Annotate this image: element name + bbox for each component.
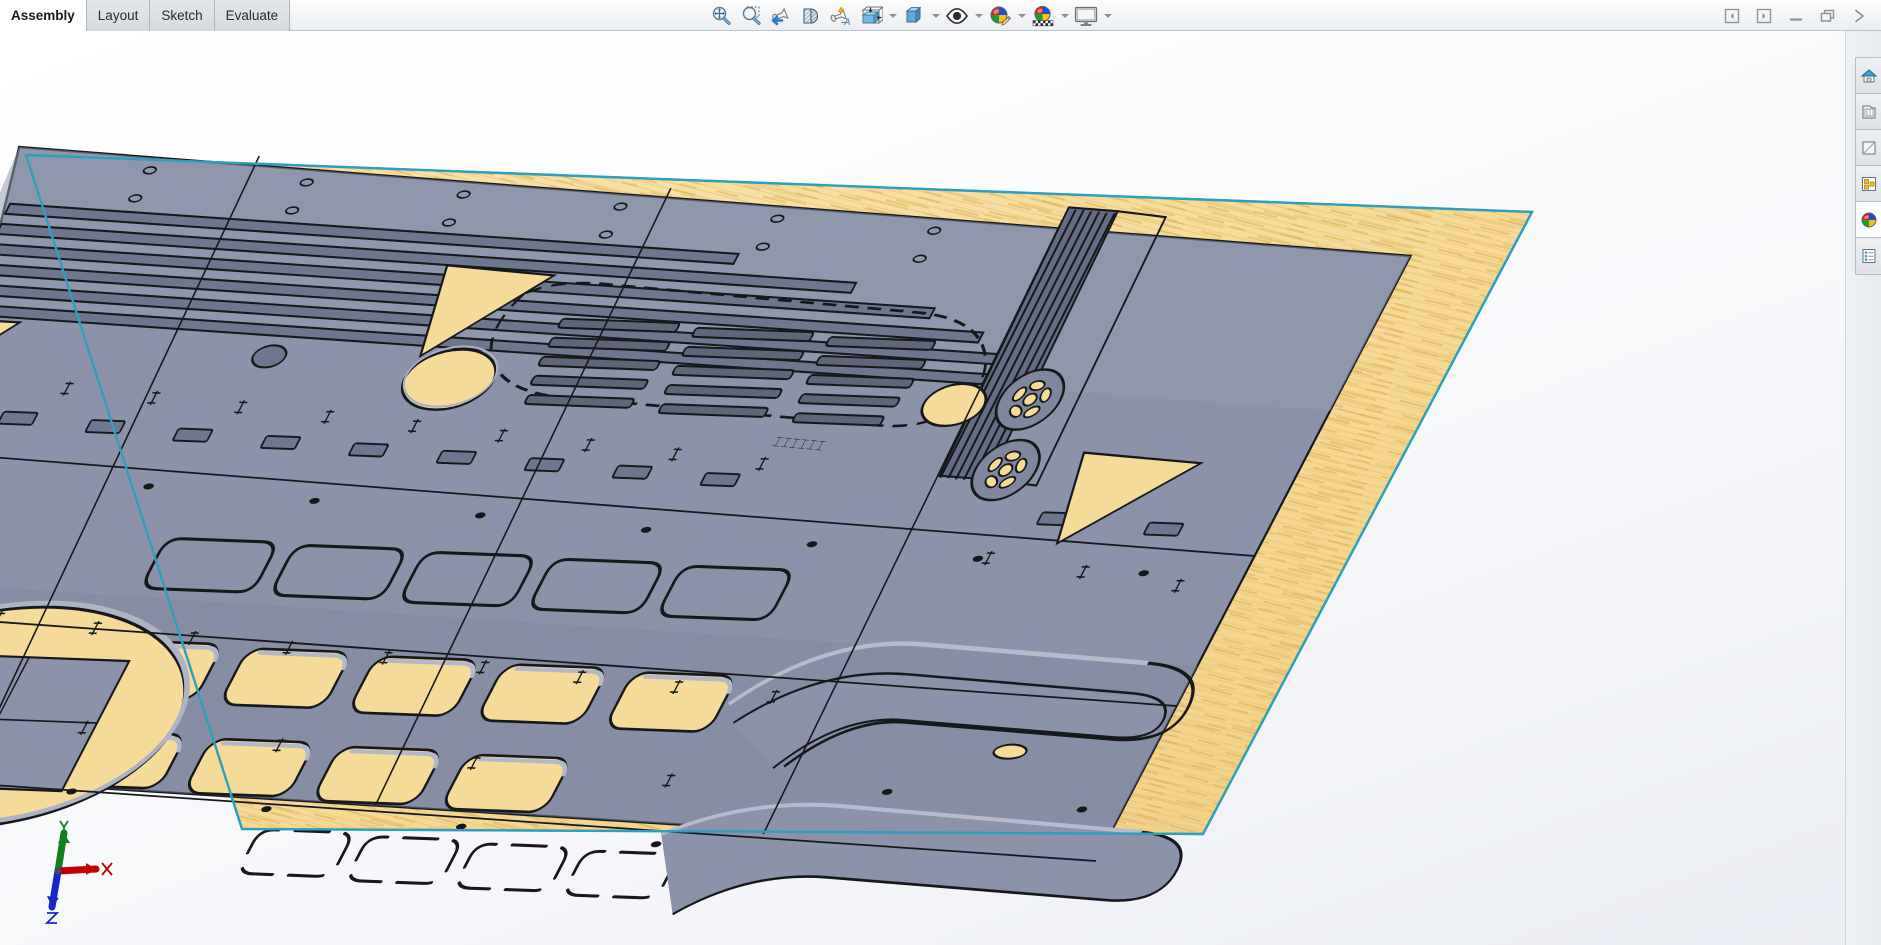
tab-layout[interactable]: Layout bbox=[86, 0, 151, 31]
eye-caret-icon[interactable] bbox=[972, 1, 985, 30]
view-palette-icon[interactable] bbox=[1856, 166, 1881, 202]
display-style-caret-icon[interactable] bbox=[886, 1, 899, 30]
edit-appearance-icon[interactable] bbox=[985, 1, 1015, 30]
custom-properties-icon[interactable] bbox=[1856, 238, 1881, 274]
graphics-viewport[interactable]: ⌶⌶⌶⌶⌶⌶ bbox=[0, 31, 1845, 945]
task-pane-tab-strip bbox=[1855, 57, 1881, 275]
tab-evaluate[interactable]: Evaluate bbox=[214, 0, 291, 31]
cad-model-scene[interactable]: ⌶⌶⌶⌶⌶⌶ bbox=[0, 31, 1845, 945]
coordinate-triad bbox=[44, 820, 113, 924]
previous-view-icon[interactable] bbox=[766, 1, 796, 30]
pin-right-panel-icon[interactable] bbox=[1749, 4, 1779, 28]
triad-axis-x bbox=[54, 862, 113, 876]
tab-sketch[interactable]: Sketch bbox=[150, 0, 215, 31]
design-library-icon[interactable] bbox=[1856, 94, 1881, 130]
display-style-icon[interactable] bbox=[856, 1, 886, 30]
eye-icon[interactable] bbox=[942, 1, 972, 30]
file-explorer-icon[interactable] bbox=[1856, 130, 1881, 166]
solidworks-application-window: Assembly Layout Sketch Evaluate A ⌶⌶⌶⌶⌶⌶ bbox=[0, 0, 1881, 945]
triad-origin bbox=[54, 867, 62, 875]
restore-icon[interactable] bbox=[1813, 4, 1843, 28]
triad-axis-z bbox=[44, 867, 62, 924]
view-orientation-icon[interactable]: A bbox=[826, 1, 856, 30]
command-manager-tabs: Assembly Layout Sketch Evaluate bbox=[0, 0, 291, 31]
solidworks-resources-icon[interactable] bbox=[1856, 58, 1881, 94]
apply-scene-caret-icon[interactable] bbox=[1058, 1, 1071, 30]
close-icon[interactable] bbox=[1845, 4, 1875, 28]
hide-show-items-caret-icon[interactable] bbox=[929, 1, 942, 30]
apply-scene-icon[interactable] bbox=[1028, 1, 1058, 30]
slot-row-lower bbox=[240, 828, 676, 900]
task-pane bbox=[1845, 31, 1881, 945]
hide-show-items-icon[interactable] bbox=[899, 1, 929, 30]
section-view-icon[interactable] bbox=[796, 1, 826, 30]
appearances-scenes-icon[interactable] bbox=[1856, 202, 1881, 238]
view-settings-caret-icon[interactable] bbox=[1101, 1, 1114, 30]
edit-appearance-caret-icon[interactable] bbox=[1015, 1, 1028, 30]
view-settings-icon[interactable] bbox=[1071, 1, 1101, 30]
command-manager-bar: Assembly Layout Sketch Evaluate A bbox=[0, 0, 1881, 31]
triad-axis-y bbox=[54, 820, 70, 875]
zoom-to-fit-icon[interactable] bbox=[706, 1, 736, 30]
window-controls bbox=[1717, 0, 1875, 31]
zoom-to-area-icon[interactable] bbox=[736, 1, 766, 30]
tab-assembly[interactable]: Assembly bbox=[0, 0, 87, 31]
minimize-icon[interactable] bbox=[1781, 4, 1811, 28]
heads-up-view-toolbar: A bbox=[706, 0, 1114, 31]
pin-left-panel-icon[interactable] bbox=[1717, 4, 1747, 28]
